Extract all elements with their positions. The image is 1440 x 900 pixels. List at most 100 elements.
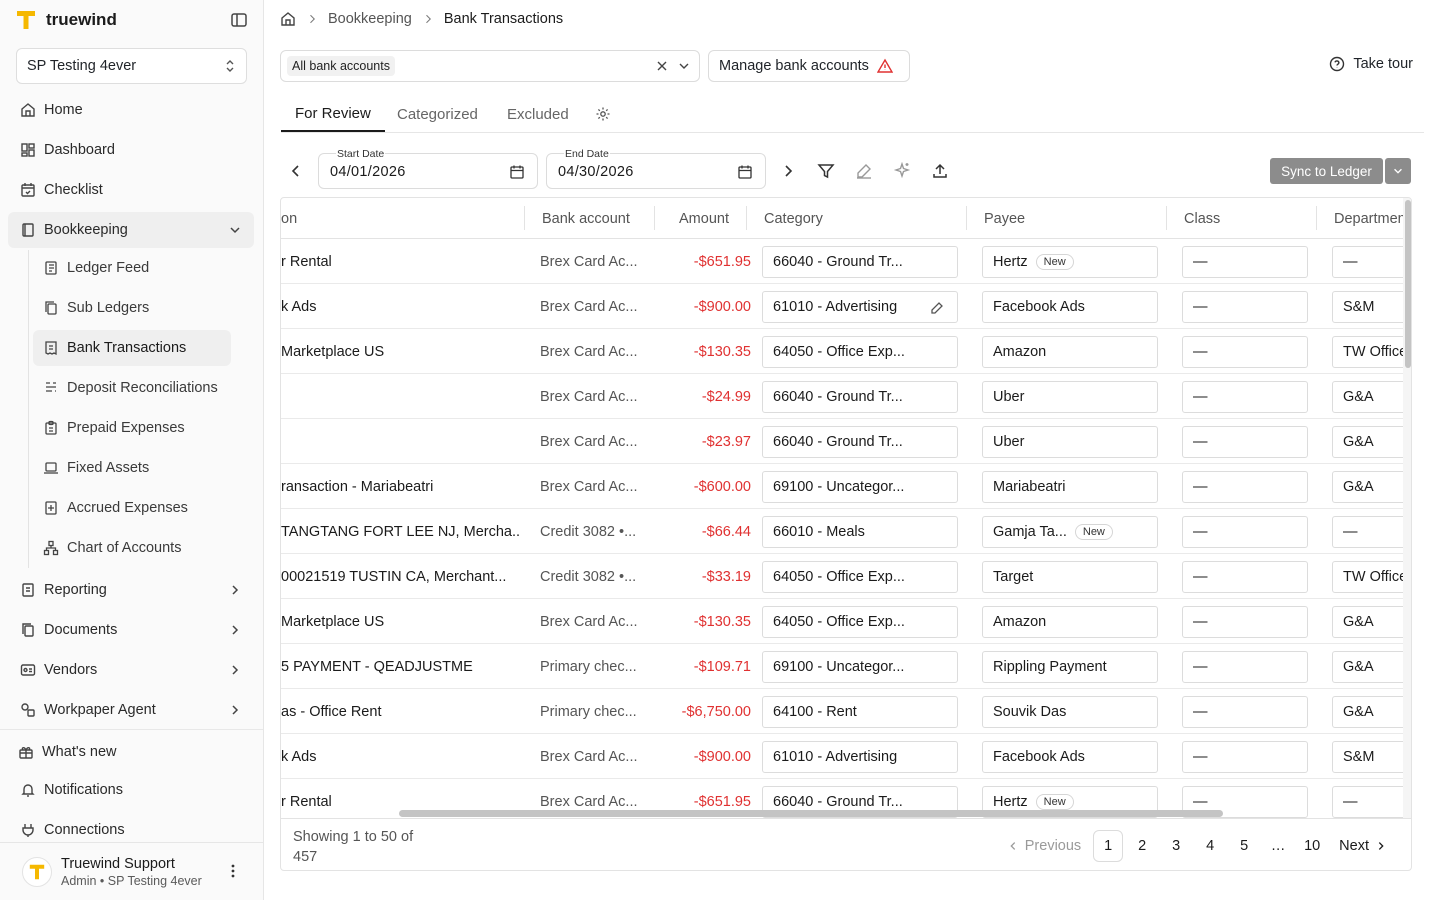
- page-10-button[interactable]: 10: [1297, 830, 1327, 862]
- category-select[interactable]: 66040 - Ground Tr...: [762, 381, 958, 413]
- filter-icon[interactable]: [817, 162, 835, 180]
- sidebar-item-prepaid-expenses[interactable]: Prepaid Expenses: [33, 410, 231, 446]
- manage-bank-accounts-button[interactable]: Manage bank accounts: [708, 50, 910, 82]
- class-select[interactable]: —: [1182, 381, 1308, 413]
- chevron-down-icon[interactable]: [677, 59, 691, 73]
- category-select[interactable]: 61010 - Advertising: [762, 291, 958, 323]
- workspace-switcher[interactable]: SP Testing 4ever: [16, 48, 247, 84]
- category-select[interactable]: 69100 - Uncategor...: [762, 471, 958, 503]
- category-select[interactable]: 66040 - Ground Tr...: [762, 426, 958, 458]
- category-select[interactable]: 66010 - Meals: [762, 516, 958, 548]
- page-3-button[interactable]: 3: [1161, 830, 1191, 862]
- edit-icon[interactable]: [855, 162, 873, 180]
- payee-select[interactable]: Mariabeatri: [982, 471, 1158, 503]
- end-date-field[interactable]: End Date 04/30/2026: [546, 148, 766, 189]
- sidebar-item-ledger-feed[interactable]: Ledger Feed: [33, 250, 231, 286]
- payee-select[interactable]: Facebook Ads: [982, 741, 1158, 773]
- department-select[interactable]: G&A: [1332, 696, 1403, 728]
- table-row[interactable]: Marketplace US Brex Card Ac... -$130.35 640…: [281, 599, 1403, 644]
- category-select[interactable]: 64050 - Office Exp...: [762, 606, 958, 638]
- bank-account-select[interactable]: All bank accounts: [280, 50, 700, 82]
- brand[interactable]: truewind: [16, 9, 117, 31]
- category-select[interactable]: 66040 - Ground Tr...: [762, 246, 958, 278]
- nav-checklist[interactable]: Checklist: [8, 172, 254, 208]
- department-select[interactable]: TW Office: [1332, 561, 1403, 593]
- sync-to-ledger-button[interactable]: Sync to Ledger: [1270, 158, 1383, 184]
- department-select[interactable]: —: [1332, 246, 1403, 278]
- class-select[interactable]: —: [1182, 741, 1308, 773]
- table-row[interactable]: as - Office Rent Primary chec... -$6,750.0…: [281, 689, 1403, 734]
- more-vertical-icon[interactable]: [225, 863, 241, 879]
- tab-excluded[interactable]: Excluded: [493, 96, 583, 132]
- table-row[interactable]: k Ads Brex Card Ac... -$900.00 61010 - Adve…: [281, 734, 1403, 779]
- department-select[interactable]: TW Office: [1332, 336, 1403, 368]
- class-select[interactable]: —: [1182, 426, 1308, 458]
- nav-dashboard[interactable]: Dashboard: [8, 132, 254, 168]
- table-row[interactable]: Marketplace US Brex Card Ac... -$130.35 640…: [281, 329, 1403, 374]
- department-select[interactable]: G&A: [1332, 471, 1403, 503]
- sidebar-item-deposit-reconciliations[interactable]: Deposit Reconciliations: [33, 370, 231, 406]
- nav-reporting[interactable]: Reporting: [8, 572, 254, 608]
- nav-home[interactable]: Home: [8, 92, 254, 128]
- category-select[interactable]: 64050 - Office Exp...: [762, 561, 958, 593]
- vertical-scrollbar[interactable]: [1405, 200, 1411, 368]
- payee-select[interactable]: Amazon: [982, 606, 1158, 638]
- horizontal-scrollbar[interactable]: [399, 810, 1223, 817]
- upload-icon[interactable]: [931, 162, 949, 180]
- payee-select[interactable]: Uber: [982, 426, 1158, 458]
- calendar-icon[interactable]: [737, 164, 753, 180]
- class-select[interactable]: —: [1182, 471, 1308, 503]
- payee-select[interactable]: Hertz New: [982, 246, 1158, 278]
- table-row[interactable]: ransaction - Mariabeatri Brex Card Ac... -…: [281, 464, 1403, 509]
- class-select[interactable]: —: [1182, 516, 1308, 548]
- tab-categorized[interactable]: Categorized: [383, 96, 492, 132]
- payee-select[interactable]: Amazon: [982, 336, 1158, 368]
- department-select[interactable]: G&A: [1332, 381, 1403, 413]
- payee-select[interactable]: Facebook Ads: [982, 291, 1158, 323]
- nav-vendors[interactable]: Vendors: [8, 652, 254, 688]
- department-select[interactable]: G&A: [1332, 651, 1403, 683]
- category-select[interactable]: 64050 - Office Exp...: [762, 336, 958, 368]
- class-select[interactable]: —: [1182, 606, 1308, 638]
- payee-select[interactable]: Target: [982, 561, 1158, 593]
- next-period-icon[interactable]: [780, 163, 796, 179]
- payee-select[interactable]: Souvik Das: [982, 696, 1158, 728]
- pencil-icon[interactable]: [929, 300, 945, 316]
- page-5-button[interactable]: 5: [1229, 830, 1259, 862]
- class-select[interactable]: —: [1182, 291, 1308, 323]
- page-4-button[interactable]: 4: [1195, 830, 1225, 862]
- department-select[interactable]: S&M: [1332, 741, 1403, 773]
- department-select[interactable]: G&A: [1332, 426, 1403, 458]
- sidebar-item-accrued-expenses[interactable]: Accrued Expenses: [33, 490, 231, 526]
- nav-bookkeeping[interactable]: Bookkeeping: [8, 212, 254, 248]
- tab-for-review[interactable]: For Review: [281, 96, 385, 132]
- sidebar-item-fixed-assets[interactable]: Fixed Assets: [33, 450, 231, 486]
- sidebar-item-bank-transactions[interactable]: Bank Transactions: [33, 330, 231, 366]
- table-row[interactable]: Brex Card Ac... -$24.99 66040 - Ground Tr.…: [281, 374, 1403, 419]
- next-page-button[interactable]: Next: [1331, 838, 1395, 854]
- nav-documents[interactable]: Documents: [8, 612, 254, 648]
- category-select[interactable]: 61010 - Advertising: [762, 741, 958, 773]
- gear-icon[interactable]: [595, 106, 611, 122]
- class-select[interactable]: —: [1182, 651, 1308, 683]
- home-icon[interactable]: [280, 11, 296, 27]
- table-row[interactable]: 00021519 TUSTIN CA, Merchant... Credit 30…: [281, 554, 1403, 599]
- previous-period-icon[interactable]: [288, 163, 304, 179]
- department-select[interactable]: S&M: [1332, 291, 1403, 323]
- table-row[interactable]: 5 PAYMENT - QEADJUSTME Primary chec... -$1…: [281, 644, 1403, 689]
- payee-select[interactable]: Gamja Ta... New: [982, 516, 1158, 548]
- table-row[interactable]: k Ads Brex Card Ac... -$900.00 61010 - Adve…: [281, 284, 1403, 329]
- clear-icon[interactable]: [655, 59, 669, 73]
- table-row[interactable]: TANGTANG FORT LEE NJ, Mercha... Credit 30…: [281, 509, 1403, 554]
- department-select[interactable]: G&A: [1332, 606, 1403, 638]
- sidebar-toggle-icon[interactable]: [230, 11, 248, 29]
- nav-whats-new[interactable]: What's new: [8, 734, 254, 770]
- table-row[interactable]: r Rental Brex Card Ac... -$651.95 66040 - G…: [281, 239, 1403, 284]
- sparkles-icon[interactable]: [893, 162, 911, 180]
- sidebar-item-sub-ledgers[interactable]: Sub Ledgers: [33, 290, 231, 326]
- page-1-button[interactable]: 1: [1093, 830, 1124, 862]
- nav-notifications[interactable]: Notifications: [8, 772, 254, 808]
- nav-workpaper-agent[interactable]: Workpaper Agent: [8, 692, 254, 728]
- class-select[interactable]: —: [1182, 246, 1308, 278]
- category-select[interactable]: 69100 - Uncategor...: [762, 651, 958, 683]
